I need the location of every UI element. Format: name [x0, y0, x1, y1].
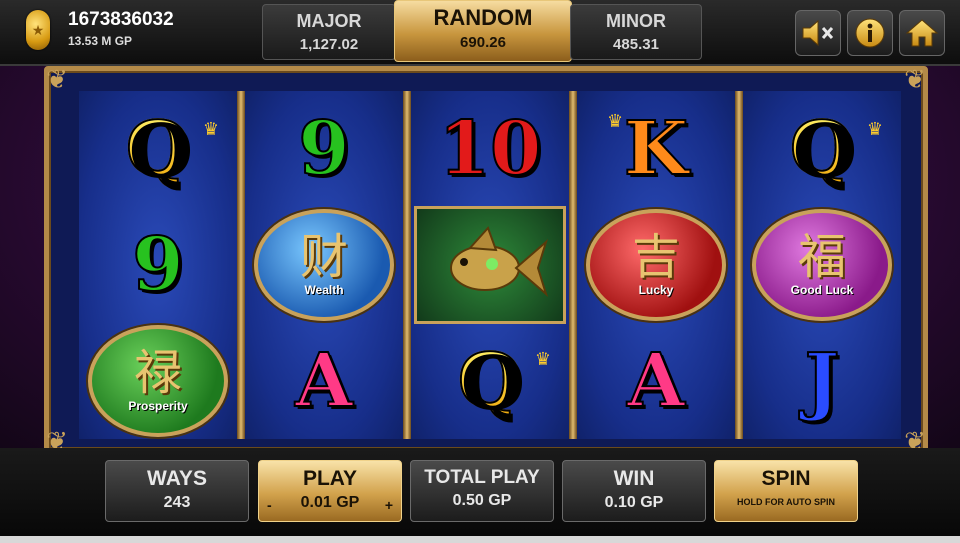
home-icon: [905, 19, 939, 47]
top-bar: ★ 1673836032 13.53 M GP MAJOR 1,127.02 R…: [0, 0, 960, 66]
wealth-medal: 财 Wealth: [254, 209, 394, 321]
crown-icon: ♛: [534, 349, 551, 369]
spin-sublabel: HOLD FOR AUTO SPIN: [736, 497, 835, 507]
total-play-panel: TOTAL PLAY 0.50 GP: [410, 460, 554, 522]
medal-character: 财: [299, 229, 348, 285]
reel-symbol: Q ♛: [411, 323, 569, 439]
reel-symbol: 财 Wealth: [245, 207, 403, 323]
win-panel: WIN 0.10 GP: [562, 460, 706, 522]
spin-button[interactable]: SPIN HOLD FOR AUTO SPIN: [714, 460, 858, 522]
jackpot-random-value: 690.26: [460, 34, 506, 51]
frame-ornament-icon: ❦: [46, 64, 68, 94]
reel-symbol: 9: [245, 91, 403, 207]
koi-fish-wild: [414, 206, 566, 324]
info-icon: [855, 18, 885, 48]
reel-frame: ❦ ❦ ❦ ❦ Q ♛ 9 禄 Prosperity 9 财 Wealth A …: [44, 64, 928, 455]
balance-amount: 1673836032: [68, 9, 174, 30]
reel-symbol: Q ♛: [79, 91, 237, 207]
symbol-number: 9: [297, 106, 350, 192]
info-button[interactable]: [847, 10, 893, 56]
crown-icon: ♛: [866, 119, 883, 139]
medal-character: 吉: [631, 229, 680, 285]
prosperity-medal: 禄 Prosperity: [88, 325, 228, 437]
home-button[interactable]: [899, 10, 945, 56]
symbol-number: 10: [438, 106, 543, 192]
mute-button[interactable]: [795, 10, 841, 56]
reel-symbol: 9: [79, 207, 237, 323]
reel-symbol: J: [743, 323, 901, 439]
gp-amount: 13.53 M GP: [68, 34, 133, 48]
jackpot-minor-label: MINOR: [606, 11, 666, 31]
win-label: WIN: [613, 467, 655, 490]
medal-label: Good Luck: [790, 283, 854, 297]
lucky-medal: 吉 Lucky: [586, 209, 726, 321]
reel-symbol: Q ♛: [743, 91, 901, 207]
reel-symbol: 福 Good Luck: [743, 207, 901, 323]
reel-symbol: 10: [411, 91, 569, 207]
koi-fish-icon: [450, 226, 548, 298]
crown-icon: ♛: [202, 119, 219, 139]
bottom-bar: WAYS 243 PLAY 0.01 GP - + TOTAL PLAY 0.5…: [0, 448, 960, 536]
symbol-letter: A: [294, 338, 353, 424]
symbol-number: 9: [131, 222, 184, 308]
good-luck-medal: 福 Good Luck: [752, 209, 892, 321]
ways-value: 243: [163, 494, 191, 511]
crown-icon: ♛: [607, 111, 624, 131]
medal-label: Wealth: [304, 283, 344, 297]
coin-icon: ★: [26, 10, 50, 50]
jackpot-random: RANDOM 690.26: [394, 0, 572, 62]
jackpot-major-value: 1,127.02: [299, 36, 359, 53]
medal-character: 禄: [133, 345, 182, 401]
jackpot-minor: MINOR 485.31: [570, 4, 702, 60]
medal-label: Lucky: [638, 283, 674, 297]
reel-2: 9 财 Wealth A: [245, 91, 403, 439]
reel-3: 10 Q ♛: [411, 91, 569, 439]
reel-4: K ♛ 吉 Lucky A: [577, 91, 735, 439]
reel-5: Q ♛ 福 Good Luck J: [743, 91, 901, 439]
reel-1: Q ♛ 9 禄 Prosperity: [79, 91, 237, 439]
jackpot-random-label: RANDOM: [433, 5, 533, 30]
reel-divider: [237, 91, 245, 439]
reel-symbol: A: [245, 323, 403, 439]
reel-divider: [735, 91, 743, 439]
taskbar-strip: [0, 536, 960, 543]
reel-symbol: A: [577, 323, 735, 439]
reel-divider: [403, 91, 411, 439]
symbol-letter: Q: [125, 106, 191, 192]
jackpot-major-label: MAJOR: [296, 11, 362, 31]
jackpot-major: MAJOR 1,127.02: [262, 4, 396, 60]
bet-decrease-button[interactable]: -: [267, 497, 272, 513]
symbol-letter: A: [626, 338, 685, 424]
reel-symbol: 吉 Lucky: [577, 207, 735, 323]
reel-symbol: [411, 206, 569, 324]
frame-ornament-icon: ❦: [904, 64, 926, 94]
reel-divider: [569, 91, 577, 439]
medal-label: Prosperity: [128, 399, 188, 413]
ways-label: WAYS: [147, 467, 207, 490]
spin-label: SPIN: [761, 467, 811, 490]
speaker-mute-icon: [802, 19, 834, 47]
reel-symbol: K ♛: [577, 91, 735, 207]
ways-panel: WAYS 243: [105, 460, 249, 522]
jackpot-minor-value: 485.31: [613, 36, 659, 53]
symbol-letter: J: [803, 338, 840, 424]
medal-character: 福: [797, 229, 846, 285]
symbol-letter: K: [623, 106, 689, 192]
total-play-label: TOTAL PLAY: [424, 467, 540, 488]
play-label: PLAY: [302, 467, 358, 490]
reel-symbol: 禄 Prosperity: [79, 323, 237, 439]
total-play-value: 0.50 GP: [452, 492, 512, 509]
symbol-letter: Q: [457, 338, 523, 424]
play-value: 0.01 GP: [300, 494, 360, 511]
win-value: 0.10 GP: [604, 494, 664, 511]
symbol-letter: Q: [789, 106, 855, 192]
play-bet-panel: PLAY 0.01 GP - +: [258, 460, 402, 522]
bet-increase-button[interactable]: +: [385, 497, 393, 513]
